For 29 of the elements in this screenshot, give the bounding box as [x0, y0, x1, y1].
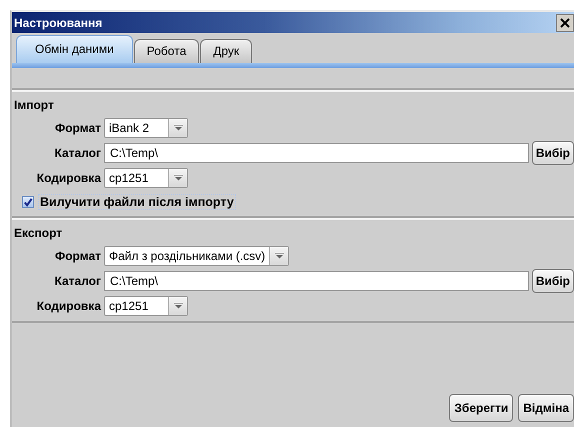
section-title: Експорт [14, 225, 64, 242]
tab[interactable]: Обмін даними [16, 35, 133, 63]
input-field[interactable]: C:\Temp\ [104, 271, 529, 291]
tab[interactable]: Робота [134, 39, 200, 63]
input-field[interactable]: C:\Temp\ [104, 143, 529, 163]
field-label: Каталог [54, 274, 102, 288]
window-title: Настроювання [13, 16, 102, 30]
checkbox[interactable] [22, 196, 34, 208]
dropdown[interactable]: Файл з роздільниками (.csv) [104, 246, 290, 266]
dropdown[interactable]: cp1251 [104, 168, 188, 188]
field-label: Формат [54, 249, 102, 263]
dropdown-arrow-icon[interactable] [174, 125, 182, 131]
browse-button[interactable]: Вибір [532, 269, 574, 293]
section-title: Імпорт [14, 97, 55, 114]
field-label: Каталог [54, 146, 102, 160]
dropdown[interactable]: iBank 2 [104, 118, 188, 138]
dialog-button[interactable]: Відміна [518, 394, 574, 422]
dropdown-arrow-icon[interactable] [174, 175, 182, 181]
field-label: Кодировка [36, 171, 102, 185]
field-label: Кодировка [36, 299, 102, 313]
tab[interactable]: Друк [200, 39, 252, 63]
checkbox-label: Вилучити файли після імпорту [38, 194, 236, 210]
dialog-button[interactable]: Зберегти [449, 394, 514, 422]
dropdown-arrow-icon[interactable] [274, 253, 284, 259]
close-icon[interactable] [556, 14, 574, 32]
dropdown-arrow-icon[interactable] [174, 303, 182, 309]
field-label: Формат [54, 121, 102, 135]
browse-button[interactable]: Вибір [532, 141, 574, 165]
dropdown[interactable]: cp1251 [104, 296, 188, 316]
